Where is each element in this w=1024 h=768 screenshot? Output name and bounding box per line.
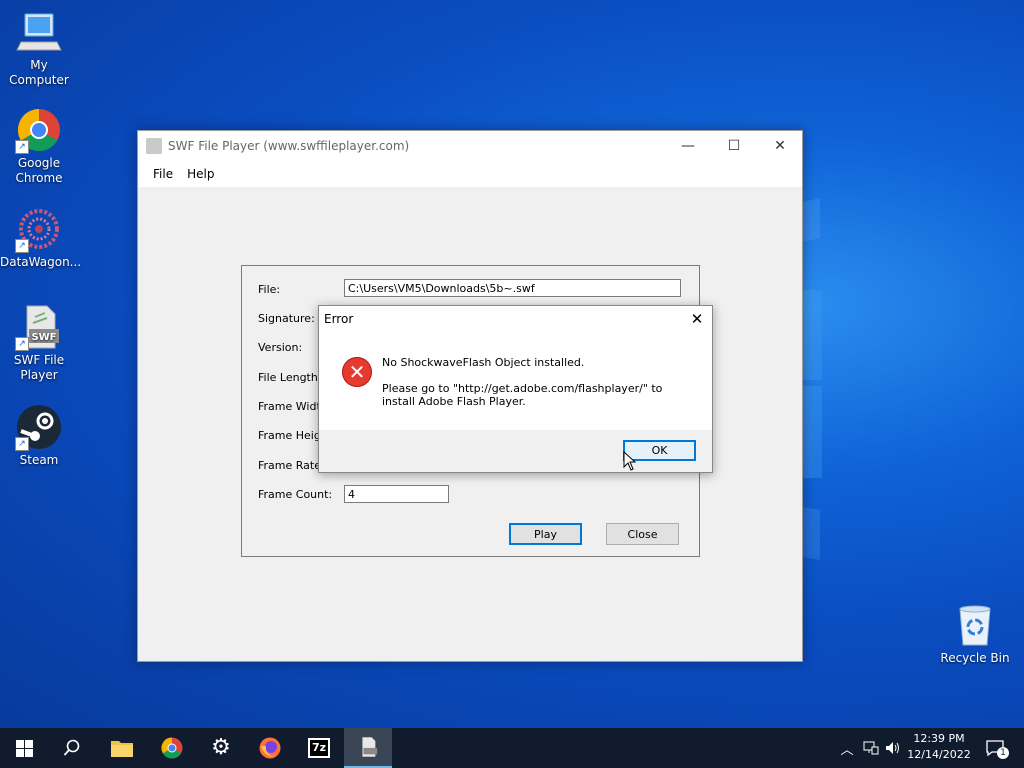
network-icon: [863, 741, 879, 755]
close-button[interactable]: Close: [606, 523, 679, 545]
shortcut-arrow-icon: ↗: [15, 337, 29, 351]
swf-player-icon: [362, 737, 378, 757]
menu-bar: File Help: [138, 161, 802, 187]
taskbar-7zip[interactable]: 7z: [295, 728, 343, 768]
desktop-icon-google-chrome[interactable]: ↗ Google Chrome: [0, 106, 78, 186]
desktop-icon-swf-file-player[interactable]: SWF ↗ SWF File Player: [0, 303, 78, 383]
mouse-cursor-icon: [623, 451, 637, 471]
start-button[interactable]: [0, 728, 48, 768]
search-icon: [63, 739, 80, 756]
taskbar-file-explorer[interactable]: [98, 728, 146, 768]
datawagon-icon: ↗: [15, 205, 63, 253]
dialog-footer: OK: [319, 430, 712, 472]
shortcut-arrow-icon: ↗: [15, 140, 29, 154]
clock-time: 12:39 PM: [913, 732, 965, 745]
settings-icon: ⚙: [211, 735, 231, 760]
app-icon: [146, 138, 162, 154]
recycle-bin-icon: [951, 601, 999, 649]
show-hidden-icons-button[interactable]: ︿: [838, 728, 856, 768]
chevron-up-icon: ︿: [840, 742, 854, 758]
close-icon: ✕: [690, 310, 704, 328]
chrome-icon: [161, 737, 183, 759]
frame-count-label: Frame Count:: [258, 488, 333, 501]
clock-date: 12/14/2022: [907, 748, 971, 761]
file-length-label: File Length:: [258, 371, 322, 384]
firefox-icon: [259, 737, 281, 759]
search-button[interactable]: [48, 728, 96, 768]
taskbar-firefox[interactable]: [246, 728, 294, 768]
minimize-button[interactable]: —: [665, 131, 711, 161]
menu-help[interactable]: Help: [180, 167, 221, 181]
desktop-icon-datawagon[interactable]: ↗ DataWagon...: [0, 205, 82, 270]
file-path-field[interactable]: C:\Users\VM5\Downloads\5b~.swf: [344, 279, 681, 297]
maximize-button[interactable]: ☐: [711, 131, 757, 161]
close-window-button[interactable]: ✕: [757, 131, 803, 161]
taskbar-settings[interactable]: ⚙: [197, 728, 245, 768]
taskbar: ⚙ 7z ︿ 12:39 PM 12/14/2022 1: [0, 728, 1024, 768]
version-label: Version:: [258, 341, 303, 354]
frame-rate-label: Frame Rate:: [258, 459, 325, 472]
dialog-close-button[interactable]: ✕: [682, 306, 712, 332]
network-button[interactable]: [860, 728, 882, 768]
taskbar-swf-player[interactable]: [344, 728, 392, 768]
desktop-icon-label: DataWagon...: [0, 255, 82, 269]
window-title-bar[interactable]: SWF File Player (www.swffileplayer.com) …: [138, 131, 802, 161]
taskbar-chrome[interactable]: [148, 728, 196, 768]
swf-icon-text: SWF: [31, 332, 56, 343]
error-message-2: Please go to "http://get.adobe.com/flash…: [382, 382, 663, 408]
error-icon: ✕: [342, 357, 372, 387]
shortcut-arrow-icon: ↗: [15, 437, 29, 451]
window-title: SWF File Player (www.swffileplayer.com): [168, 139, 410, 153]
desktop-icon-label: My Computer: [9, 58, 69, 87]
chrome-icon: ↗: [15, 106, 63, 154]
desktop-icon-label: Google Chrome: [15, 156, 63, 185]
notification-count-badge: 1: [997, 747, 1009, 759]
dialog-title: Error: [324, 312, 354, 326]
desktop-icon-steam[interactable]: ↗ Steam: [0, 403, 78, 468]
start-icon: [15, 739, 33, 757]
desktop-icon-label: Steam: [19, 453, 59, 467]
play-button[interactable]: Play: [509, 523, 582, 545]
desktop-icon-my-computer[interactable]: My Computer: [0, 8, 78, 88]
file-label: File:: [258, 283, 281, 296]
error-message-1: No ShockwaveFlash Object installed.: [382, 356, 585, 369]
desktop: My Computer ↗ Google Chrome ↗ DataWagon.: [0, 0, 1024, 728]
menu-file[interactable]: File: [146, 167, 180, 181]
close-icon: ✕: [774, 138, 786, 154]
desktop-icon-recycle-bin[interactable]: Recycle Bin: [936, 601, 1014, 666]
desktop-icon-label: Recycle Bin: [940, 651, 1010, 665]
volume-icon: [886, 742, 899, 754]
notifications-button[interactable]: 1: [980, 728, 1010, 768]
minimize-icon: —: [681, 138, 695, 154]
7zip-icon-text: 7z: [311, 741, 327, 754]
maximize-icon: ☐: [727, 138, 741, 154]
shortcut-arrow-icon: ↗: [15, 239, 29, 253]
frame-count-field[interactable]: 4: [344, 485, 449, 503]
dialog-title-bar[interactable]: Error ✕: [319, 306, 712, 332]
clock[interactable]: 12:39 PM 12/14/2022: [900, 731, 978, 763]
file-explorer-icon: [111, 741, 133, 757]
computer-icon: [15, 8, 63, 56]
steam-icon: ↗: [15, 403, 63, 451]
desktop-icon-label: SWF File Player: [13, 353, 65, 382]
7zip-icon: 7z: [308, 738, 330, 758]
swf-file-icon: SWF ↗: [15, 303, 63, 351]
error-dialog: Error ✕ ✕ No ShockwaveFlash Object insta…: [318, 305, 713, 473]
signature-label: Signature:: [258, 312, 315, 325]
